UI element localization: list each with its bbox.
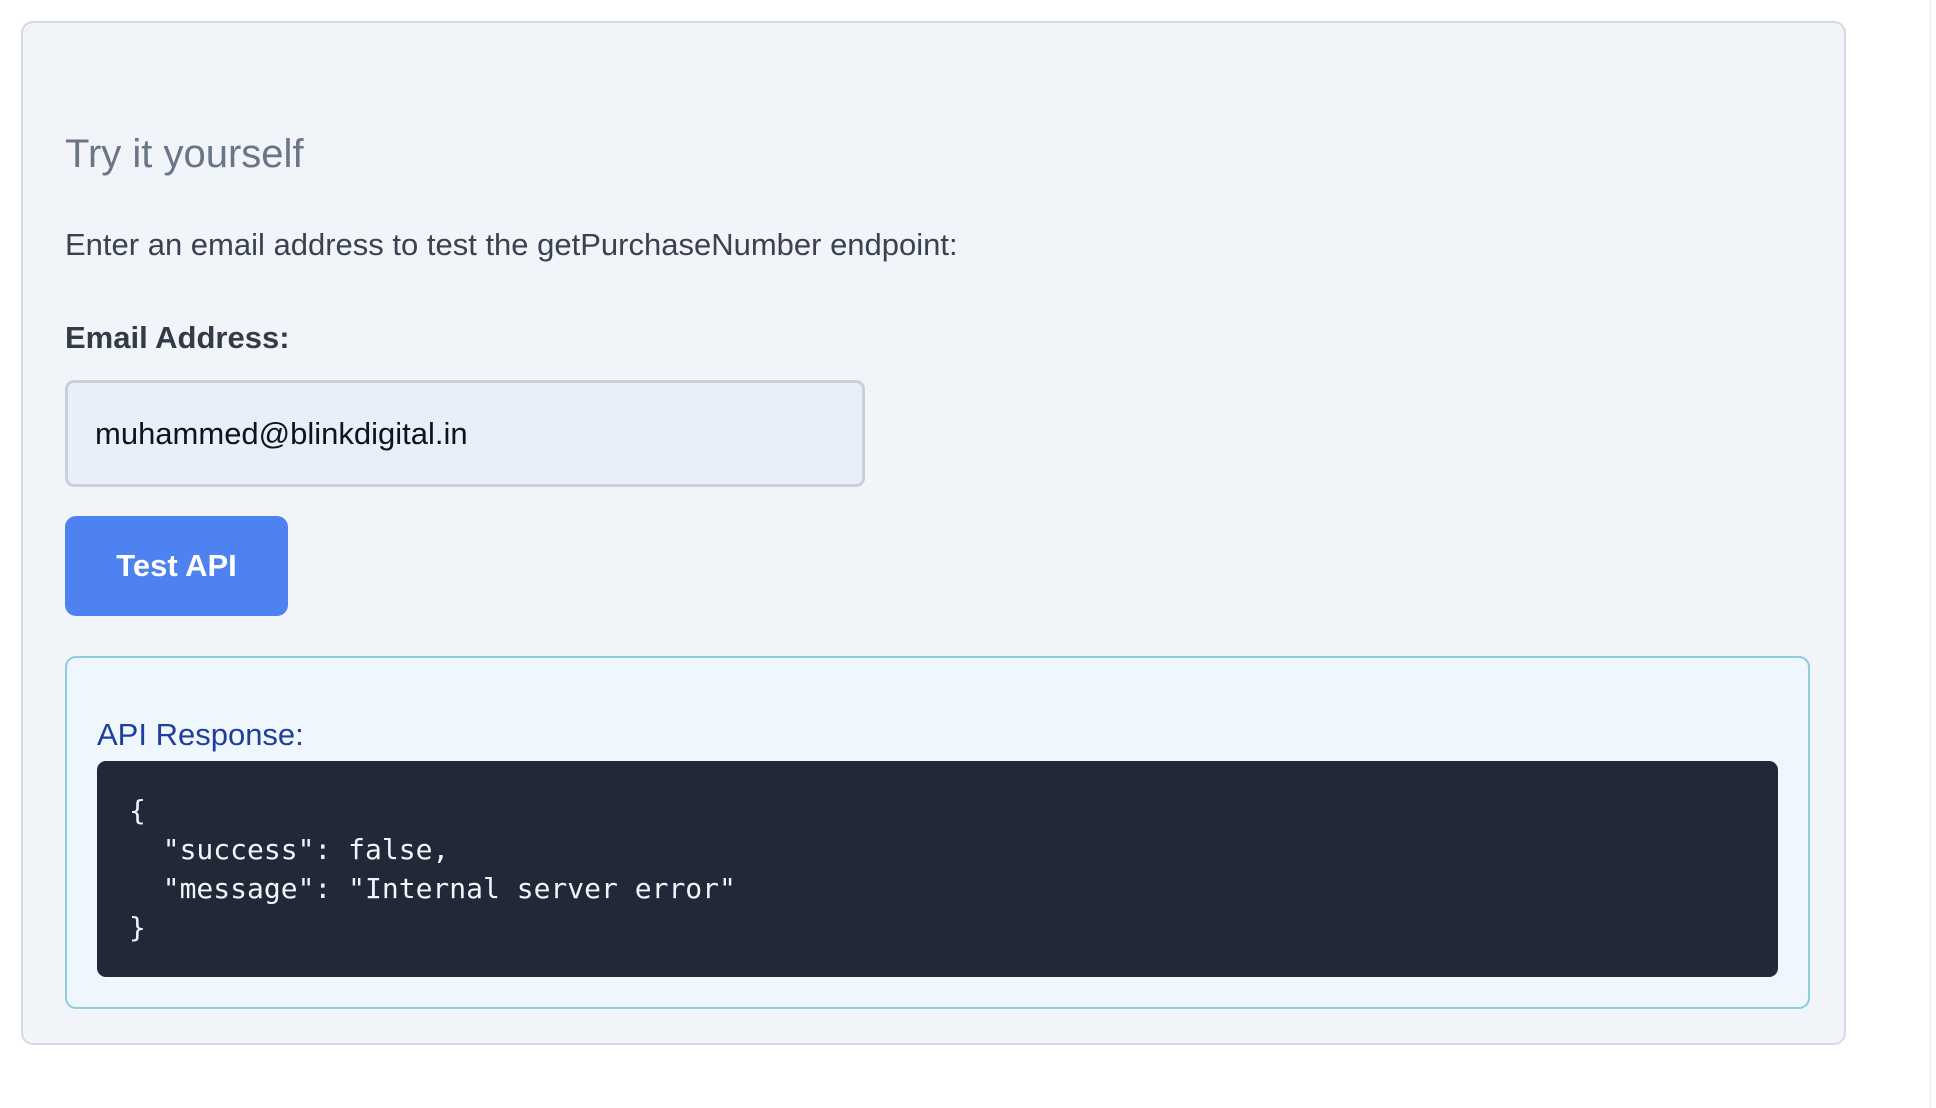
section-description: Enter an email address to test the getPu… xyxy=(65,227,958,262)
page-scrollbar-edge xyxy=(1930,0,1931,1108)
try-it-panel: Try it yourself Enter an email address t… xyxy=(21,21,1846,1045)
api-response-panel: API Response: { "success": false, "messa… xyxy=(65,656,1810,1009)
api-response-code: { "success": false, "message": "Internal… xyxy=(97,761,1778,977)
section-heading: Try it yourself xyxy=(65,132,304,176)
email-label: Email Address: xyxy=(65,320,290,355)
email-field[interactable] xyxy=(65,380,865,487)
api-response-title: API Response: xyxy=(97,717,304,752)
test-api-button[interactable]: Test API xyxy=(65,516,288,616)
